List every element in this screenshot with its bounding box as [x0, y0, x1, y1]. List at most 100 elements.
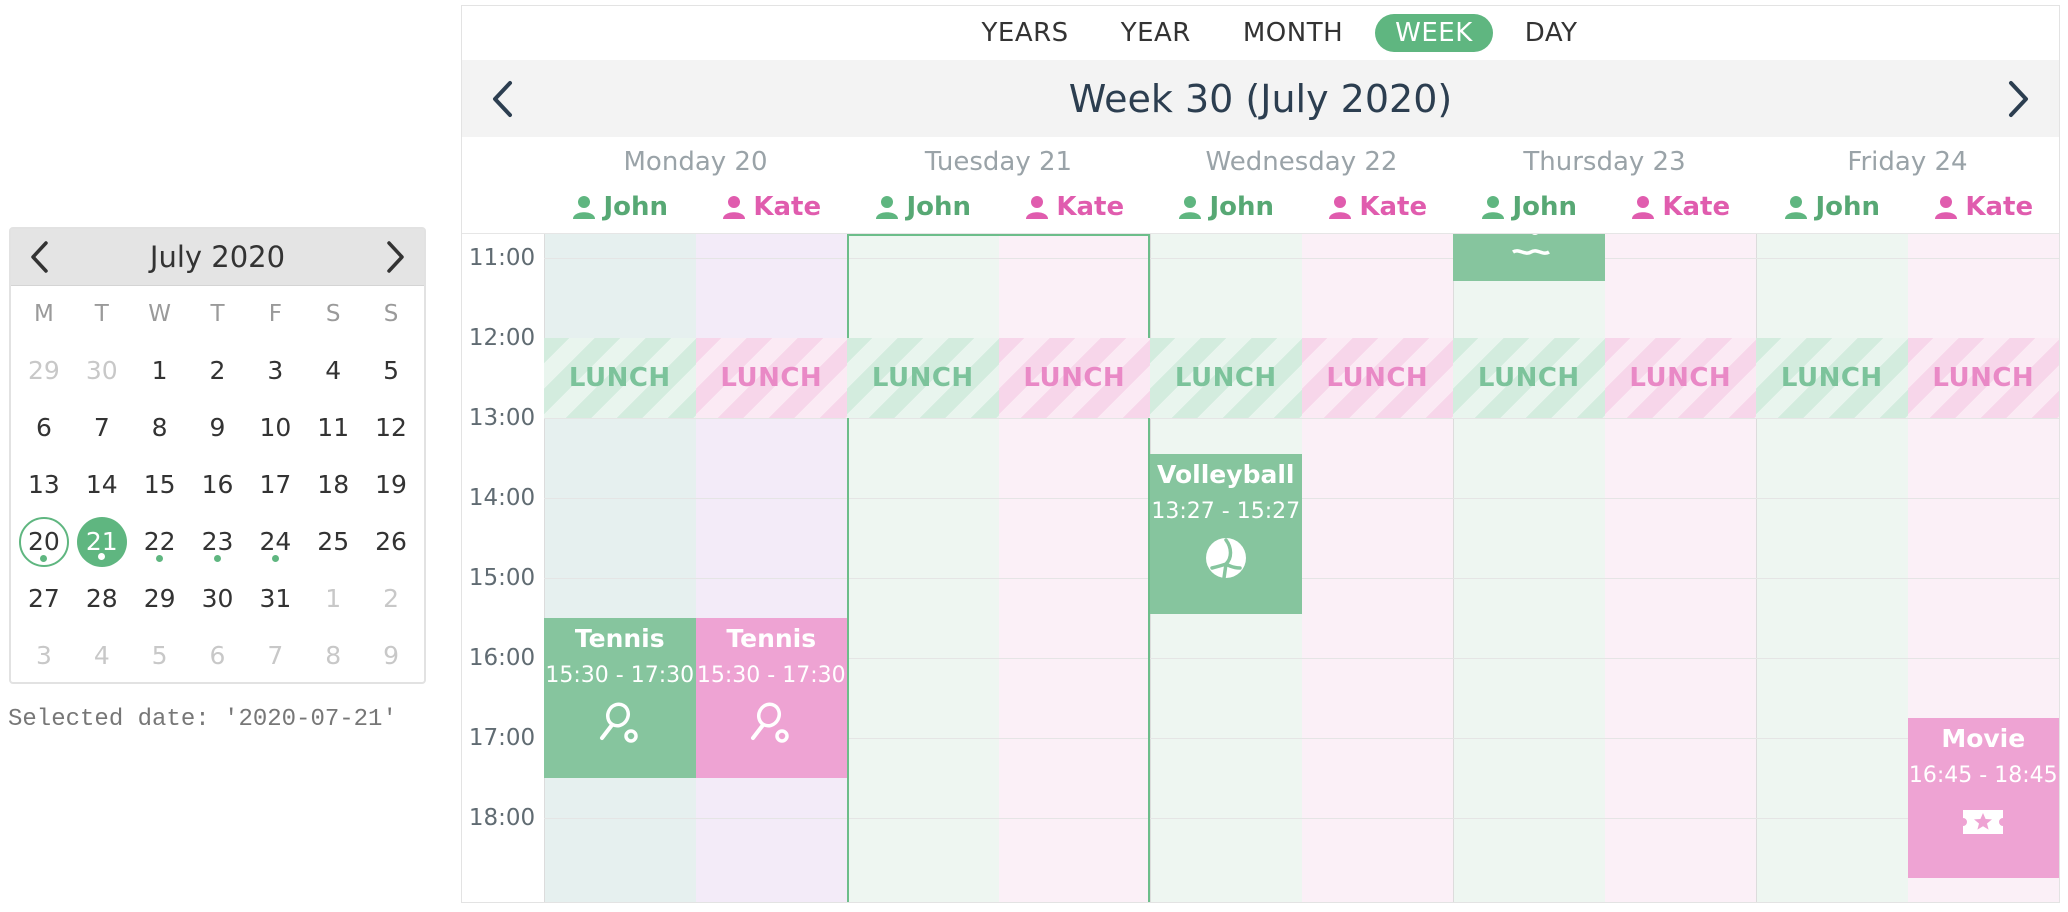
mini-day-cell[interactable]: 9: [362, 627, 420, 684]
mini-day-cell[interactable]: 15: [131, 456, 189, 513]
mini-day-cell[interactable]: 3: [246, 342, 304, 399]
mini-day-cell[interactable]: 1: [304, 570, 362, 627]
event-block[interactable]: Volleyball 13:27 - 15:27: [1150, 454, 1302, 614]
lunch-break-kate[interactable]: LUNCH: [1301, 338, 1453, 418]
lunch-break-john[interactable]: LUNCH: [1453, 338, 1605, 418]
chevron-left-icon: [493, 80, 512, 117]
mini-day-cell[interactable]: 12: [362, 399, 420, 456]
mini-day-cell[interactable]: 11: [304, 399, 362, 456]
mini-prev-month-button[interactable]: [11, 229, 67, 285]
mini-day-cell[interactable]: 5: [362, 342, 420, 399]
view-year-button[interactable]: YEAR: [1101, 14, 1211, 52]
mini-day-cell[interactable]: 7: [246, 627, 304, 684]
day-column-john[interactable]: [544, 234, 696, 902]
person-kate[interactable]: Kate: [696, 187, 848, 227]
person-kate[interactable]: Kate: [1908, 187, 2060, 227]
mini-day-cell[interactable]: 8: [304, 627, 362, 684]
view-week-button[interactable]: WEEK: [1375, 14, 1493, 52]
mini-day-cell[interactable]: 24: [246, 513, 304, 570]
lunch-break-john[interactable]: LUNCH: [1150, 338, 1302, 418]
mini-day-cell[interactable]: 2: [362, 570, 420, 627]
event-block[interactable]: Tennis 15:30 - 17:30: [544, 618, 696, 778]
mini-day-number: 15: [143, 470, 176, 499]
mini-day-cell[interactable]: 23: [189, 513, 247, 570]
day-header-name[interactable]: Thursday 23: [1453, 137, 1756, 187]
day-column-kate[interactable]: [1301, 234, 1453, 902]
mini-calendar-header: July 2020: [11, 229, 424, 286]
mini-day-cell[interactable]: 7: [73, 399, 131, 456]
mini-day-cell[interactable]: 5: [131, 627, 189, 684]
chevron-right-icon: [2009, 80, 2028, 117]
mini-day-cell[interactable]: 25: [304, 513, 362, 570]
mini-day-number: 8: [151, 413, 168, 442]
lunch-break-john[interactable]: LUNCH: [544, 338, 696, 418]
person-kate[interactable]: Kate: [999, 187, 1151, 227]
mini-day-cell[interactable]: 28: [73, 570, 131, 627]
mini-calendar-title[interactable]: July 2020: [150, 240, 285, 274]
mini-day-cell[interactable]: 29: [131, 570, 189, 627]
mini-day-cell[interactable]: 26: [362, 513, 420, 570]
mini-day-cell[interactable]: 6: [15, 399, 73, 456]
mini-day-cell[interactable]: 2: [189, 342, 247, 399]
view-month-button[interactable]: MONTH: [1223, 14, 1363, 52]
person-john[interactable]: John: [847, 187, 999, 227]
mini-day-cell[interactable]: 6: [189, 627, 247, 684]
day-header-name[interactable]: Tuesday 21: [847, 137, 1150, 187]
mini-day-cell[interactable]: 13: [15, 456, 73, 513]
mini-day-cell[interactable]: 31: [246, 570, 304, 627]
mini-day-cell[interactable]: 20: [15, 513, 73, 570]
mini-day-cell[interactable]: 9: [189, 399, 247, 456]
column-divider: [544, 234, 545, 902]
event-block[interactable]: [1453, 234, 1605, 281]
time-label: 12:00: [468, 325, 536, 351]
mini-next-month-button[interactable]: [368, 229, 424, 285]
event-block[interactable]: Tennis 15:30 - 17:30: [695, 618, 847, 778]
mini-day-cell[interactable]: 17: [246, 456, 304, 513]
mini-day-cell[interactable]: 14: [73, 456, 131, 513]
week-title[interactable]: Week 30 (July 2020): [1069, 77, 1452, 121]
mini-day-cell[interactable]: 18: [304, 456, 362, 513]
mini-day-cell[interactable]: 22: [131, 513, 189, 570]
time-label: 18:00: [468, 805, 536, 831]
prev-week-button[interactable]: [462, 60, 542, 137]
lunch-break-john[interactable]: LUNCH: [1756, 338, 1908, 418]
day-header-name[interactable]: Friday 24: [1756, 137, 2059, 187]
mini-day-cell[interactable]: 16: [189, 456, 247, 513]
mini-day-cell[interactable]: 21: [73, 513, 131, 570]
person-john[interactable]: John: [544, 187, 696, 227]
view-day-button[interactable]: DAY: [1505, 14, 1598, 52]
person-name: John: [906, 192, 972, 222]
lunch-break-kate[interactable]: LUNCH: [1907, 338, 2059, 418]
day-column-kate[interactable]: [695, 234, 847, 902]
lunch-break-kate[interactable]: LUNCH: [998, 338, 1150, 418]
lunch-break-kate[interactable]: LUNCH: [695, 338, 847, 418]
mini-day-cell[interactable]: 29: [15, 342, 73, 399]
lunch-break-john[interactable]: LUNCH: [847, 338, 999, 418]
mini-day-cell[interactable]: 19: [362, 456, 420, 513]
next-week-button[interactable]: [1979, 60, 2059, 137]
mini-day-cell[interactable]: 4: [73, 627, 131, 684]
mini-day-cell[interactable]: 30: [73, 342, 131, 399]
mini-day-number: 17: [259, 470, 292, 499]
lunch-break-kate[interactable]: LUNCH: [1604, 338, 1756, 418]
person-kate[interactable]: Kate: [1605, 187, 1757, 227]
mini-day-cell[interactable]: 1: [131, 342, 189, 399]
day-column-john[interactable]: [1756, 234, 1908, 902]
person-john[interactable]: John: [1756, 187, 1908, 227]
person-name: John: [1815, 192, 1881, 222]
mini-day-cell[interactable]: 30: [189, 570, 247, 627]
day-header-name[interactable]: Monday 20: [544, 137, 847, 187]
person-john[interactable]: John: [1150, 187, 1302, 227]
view-years-button[interactable]: YEARS: [962, 14, 1089, 52]
day-column-john[interactable]: [1453, 234, 1605, 902]
mini-day-cell[interactable]: 27: [15, 570, 73, 627]
day-header-name[interactable]: Wednesday 22: [1150, 137, 1453, 187]
person-kate[interactable]: Kate: [1302, 187, 1454, 227]
mini-day-cell[interactable]: 10: [246, 399, 304, 456]
mini-day-cell[interactable]: 3: [15, 627, 73, 684]
person-john[interactable]: John: [1453, 187, 1605, 227]
mini-day-cell[interactable]: 4: [304, 342, 362, 399]
mini-day-cell[interactable]: 8: [131, 399, 189, 456]
event-block[interactable]: Movie 16:45 - 18:45: [1907, 718, 2059, 878]
day-column-kate[interactable]: [1604, 234, 1756, 902]
